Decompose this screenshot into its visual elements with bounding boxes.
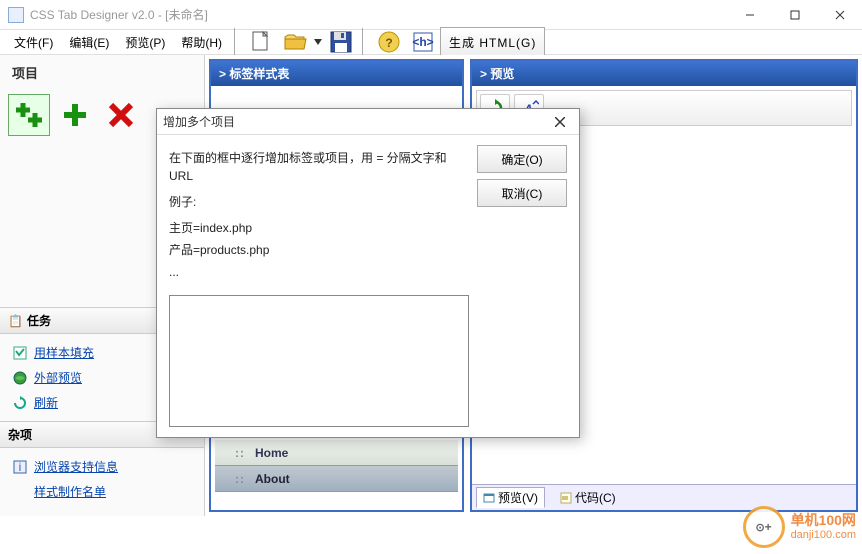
dialog-textarea[interactable]: [169, 295, 469, 427]
watermark-cn: 单机100网: [791, 513, 856, 528]
misc-credits[interactable]: 样式制作名单: [0, 479, 204, 504]
svg-text:<h>: <h>: [412, 35, 433, 49]
tab-home-row[interactable]: :: Home: [215, 440, 458, 466]
floppy-disk-icon: [328, 29, 354, 55]
open-file-button[interactable]: [278, 25, 312, 59]
watermark-en: danji100.com: [791, 529, 856, 541]
tab-code-view[interactable]: 代码(C): [553, 487, 623, 508]
watermark-icon: ⊙+: [743, 506, 785, 548]
dialog-ok-label: 确定(O): [501, 151, 542, 168]
double-plus-icon: [13, 99, 45, 131]
svg-text:i: i: [19, 460, 22, 474]
stylesheet-button[interactable]: <h>: [406, 25, 440, 59]
help-button[interactable]: ?: [372, 25, 406, 59]
open-dropdown-button[interactable]: [312, 39, 324, 45]
tab-about-label: About: [255, 472, 290, 486]
sample-icon: [12, 345, 28, 361]
close-icon: [555, 117, 565, 127]
dialog-example-1: 主页=index.php: [169, 219, 469, 237]
tasks-label: 任务: [27, 312, 51, 329]
styles-pane-header: > 标签样式表: [211, 61, 462, 86]
close-button[interactable]: [817, 0, 862, 29]
menu-help[interactable]: 帮助(H): [173, 31, 230, 54]
info-icon: i: [12, 459, 28, 475]
dialog-cancel-button[interactable]: 取消(C): [477, 179, 567, 207]
task-icon: 📋: [8, 314, 23, 328]
app-icon: [8, 7, 24, 23]
dialog-example-label: 例子:: [169, 193, 469, 211]
dialog-title: 增加多个项目: [163, 113, 547, 130]
misc-credits-label: 样式制作名单: [34, 483, 106, 500]
tab-preview-label: 预览(V): [498, 489, 538, 506]
blank-icon: [12, 484, 28, 500]
grip-icon: ::: [235, 472, 245, 486]
dialog-ok-button[interactable]: 确定(O): [477, 145, 567, 173]
tab-about-row[interactable]: :: About: [215, 466, 458, 492]
menu-edit[interactable]: 编辑(E): [61, 31, 117, 54]
menubar: 文件(F) 编辑(E) 预览(P) 帮助(H) ? <h> 生成 HTML(G): [0, 30, 862, 55]
generate-html-button[interactable]: 生成 HTML(G): [440, 27, 545, 57]
grip-icon: ::: [235, 446, 245, 460]
dialog-close-button[interactable]: [547, 111, 573, 133]
preview-tab-icon: [483, 492, 495, 504]
tab-home-label: Home: [255, 446, 288, 460]
globe-icon: [12, 370, 28, 386]
stylesheet-icon: <h>: [411, 30, 435, 54]
dialog-cancel-label: 取消(C): [502, 185, 543, 202]
tab-preview-view[interactable]: 预览(V): [476, 487, 545, 508]
save-button[interactable]: [324, 25, 358, 59]
separator: [234, 28, 240, 56]
watermark-plus: +: [765, 520, 772, 534]
misc-browser-support[interactable]: i 浏览器支持信息: [0, 454, 204, 479]
project-header: 项目: [0, 55, 204, 90]
dialog-instruction: 在下面的框中逐行增加标签或项目，用 = 分隔文字和 URL: [169, 149, 469, 185]
add-multiple-button[interactable]: [8, 94, 50, 136]
help-icon: ?: [377, 30, 401, 54]
open-folder-icon: [282, 29, 308, 55]
dialog-example-3: ...: [169, 263, 469, 281]
x-icon: [106, 100, 136, 130]
code-tab-icon: [560, 492, 572, 504]
dialog-example-2: 产品=products.php: [169, 241, 469, 259]
refresh-icon: [12, 395, 28, 411]
delete-button[interactable]: [100, 94, 142, 136]
generate-label: 生成 HTML(G): [449, 34, 536, 51]
maximize-button[interactable]: [772, 0, 817, 29]
task-refresh-label: 刷新: [34, 394, 58, 411]
add-multiple-dialog: 增加多个项目 在下面的框中逐行增加标签或项目，用 = 分隔文字和 URL 例子:…: [156, 108, 580, 438]
chevron-down-icon: [314, 39, 322, 45]
task-external-preview-label: 外部预览: [34, 369, 82, 386]
new-file-icon: [248, 29, 274, 55]
misc-label: 杂项: [8, 426, 32, 443]
preview-pane-header: > 预览: [472, 61, 856, 86]
new-file-button[interactable]: [244, 25, 278, 59]
separator: [362, 28, 368, 56]
svg-text:?: ?: [385, 36, 392, 50]
plus-icon: [60, 100, 90, 130]
watermark: ⊙+ 单机100网 danji100.com: [743, 506, 856, 548]
minimize-button[interactable]: [727, 0, 772, 29]
add-single-button[interactable]: [54, 94, 96, 136]
tab-code-label: 代码(C): [575, 489, 616, 506]
task-fill-sample-label: 用样本填充: [34, 344, 94, 361]
menu-preview[interactable]: 预览(P): [117, 31, 173, 54]
menu-file[interactable]: 文件(F): [6, 31, 61, 54]
window-title: CSS Tab Designer v2.0 - [未命名]: [30, 6, 727, 23]
misc-browser-support-label: 浏览器支持信息: [34, 458, 118, 475]
